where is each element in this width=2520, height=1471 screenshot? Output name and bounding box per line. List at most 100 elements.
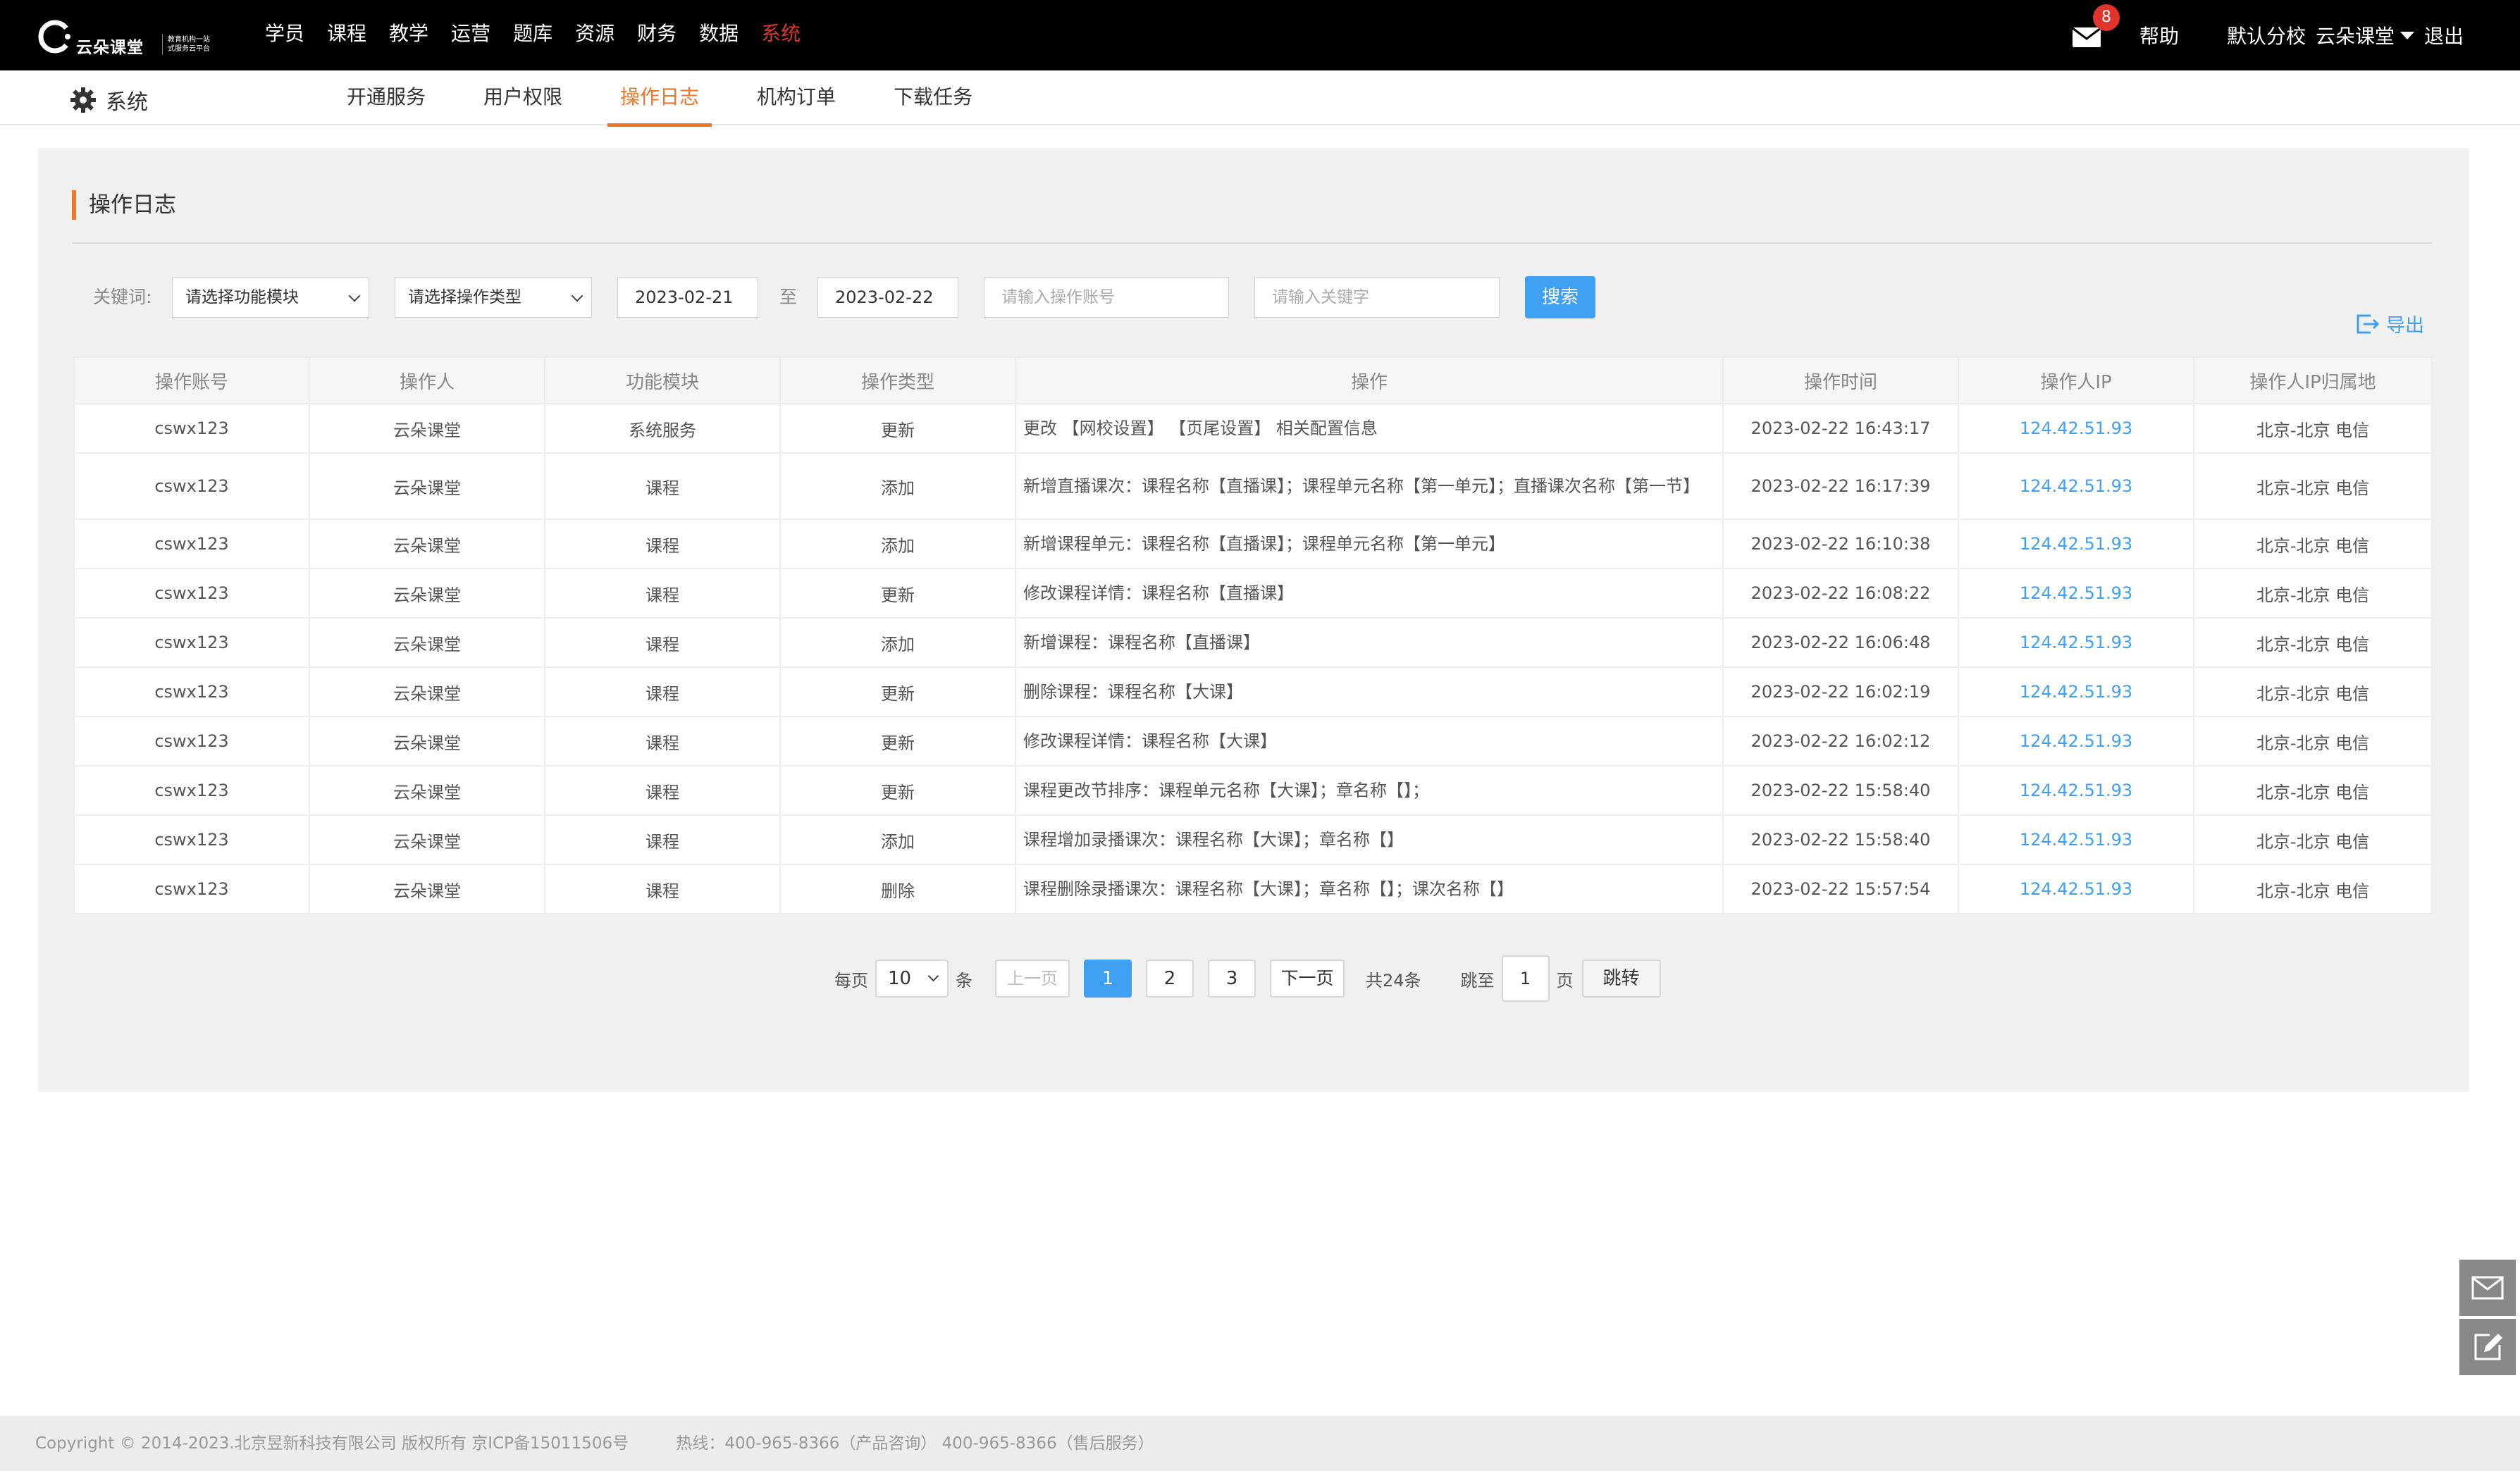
- footer-hotline: 热线：400-965-8366（产品咨询） 400-965-8366（售后服务）: [676, 1434, 1154, 1453]
- mail-button[interactable]: 8: [2072, 4, 2120, 49]
- keyword-input[interactable]: 请输入关键字: [1254, 277, 1500, 318]
- cell-operator: 云朵课堂: [309, 568, 545, 619]
- logo-subtitle-line1: 教育机构一站: [168, 36, 210, 44]
- table-row: cswx123 云朵课堂 课程 更新 修改课程详情：课程名称【直播课】 2023…: [73, 568, 2433, 619]
- tab-org-orders[interactable]: 机构订单: [744, 70, 848, 125]
- jump-button[interactable]: 跳转: [1581, 960, 1661, 998]
- cell-account: cswx123: [73, 568, 310, 619]
- caret-down-icon[interactable]: [2399, 31, 2414, 39]
- nav-item-courses[interactable]: 课程: [327, 0, 366, 70]
- cell-ip[interactable]: 124.42.51.93: [1958, 403, 2194, 454]
- cell-ip[interactable]: 124.42.51.93: [1958, 765, 2194, 816]
- page-1-button[interactable]: 1: [1084, 960, 1132, 998]
- cell-operator: 云朵课堂: [309, 403, 545, 454]
- account-input[interactable]: 请输入操作账号: [984, 277, 1229, 318]
- nav-item-finance[interactable]: 财务: [637, 0, 677, 70]
- cell-ip[interactable]: 124.42.51.93: [1958, 666, 2194, 717]
- table-row: cswx123 云朵课堂 课程 删除 课程删除录播课次：课程名称【大课】；章名称…: [73, 864, 2433, 914]
- date-to-input[interactable]: 2023-02-22: [817, 277, 958, 318]
- per-page-select[interactable]: 10: [875, 960, 949, 998]
- cell-ip[interactable]: 124.42.51.93: [1958, 452, 2194, 520]
- logout-link[interactable]: 退出: [2424, 21, 2464, 49]
- cell-time: 2023-02-22 16:08:22: [1722, 568, 1959, 619]
- cell-module: 课程: [544, 617, 781, 668]
- tab-open-services[interactable]: 开通服务: [334, 70, 438, 125]
- per-page-label: 每页: [834, 970, 868, 991]
- cell-ip-location: 北京-北京 电信: [2193, 716, 2433, 766]
- col-header-operator: 操作人: [309, 356, 545, 404]
- col-header-ip: 操作人IP: [1958, 356, 2194, 404]
- type-select[interactable]: 请选择操作类型: [395, 277, 592, 318]
- float-feedback-button[interactable]: [2459, 1319, 2516, 1375]
- nav-item-data[interactable]: 数据: [699, 0, 739, 70]
- cell-account: cswx123: [73, 452, 310, 520]
- jump-page-input[interactable]: 1: [1501, 955, 1550, 1002]
- cell-operator: 云朵课堂: [309, 864, 545, 914]
- pagination: 每页 10 条 上一页 1 2 3 下一页 共24条 跳至 1 页 跳转: [834, 955, 1661, 1002]
- cell-module: 课程: [544, 765, 781, 816]
- table-row: cswx123 云朵课堂 课程 添加 新增课程：课程名称【直播课】 2023-0…: [73, 617, 2433, 668]
- prev-page-button[interactable]: 上一页: [995, 960, 1070, 998]
- nav-item-question-bank[interactable]: 题库: [513, 0, 552, 70]
- help-link[interactable]: 帮助: [2139, 21, 2179, 49]
- tab-user-permissions[interactable]: 用户权限: [471, 70, 575, 125]
- search-button[interactable]: 搜索: [1525, 276, 1595, 318]
- cell-module: 系统服务: [544, 403, 781, 454]
- table-row: cswx123 云朵课堂 课程 添加 课程增加录播课次：课程名称【大课】；章名称…: [73, 814, 2433, 865]
- nav-item-system[interactable]: 系统: [761, 0, 801, 70]
- export-button[interactable]: 导出: [2355, 310, 2424, 337]
- logo[interactable]: 云朵课堂 教育机构一站 式服务云平台: [34, 10, 210, 61]
- cell-type: 更新: [779, 403, 1016, 454]
- panel-divider: [72, 242, 2433, 244]
- user-menu[interactable]: 云朵课堂: [2316, 21, 2395, 49]
- cell-ip[interactable]: 124.42.51.93: [1958, 814, 2194, 865]
- cell-account: cswx123: [73, 765, 310, 816]
- cell-ip-location: 北京-北京 电信: [2193, 568, 2433, 619]
- nav-item-students[interactable]: 学员: [265, 0, 304, 70]
- cell-ip[interactable]: 124.42.51.93: [1958, 716, 2194, 766]
- cell-ip-location: 北京-北京 电信: [2193, 403, 2433, 454]
- cell-ip[interactable]: 124.42.51.93: [1958, 864, 2194, 914]
- section-title: 系统: [69, 85, 148, 116]
- nav-item-teaching[interactable]: 教学: [389, 0, 428, 70]
- cell-account: cswx123: [73, 403, 310, 454]
- gear-icon: [70, 87, 96, 113]
- float-message-button[interactable]: [2459, 1260, 2516, 1316]
- table-row: cswx123 云朵课堂 课程 添加 新增直播课次：课程名称【直播课】；课程单元…: [73, 452, 2433, 520]
- table-header-row: 操作账号 操作人 功能模块 操作类型 操作 操作时间 操作人IP 操作人IP归属…: [73, 356, 2433, 404]
- page-2-button[interactable]: 2: [1146, 960, 1194, 998]
- type-select-value: 请选择操作类型: [408, 288, 521, 306]
- cell-operation: 删除课程：课程名称【大课】: [1015, 666, 1724, 717]
- cell-ip-location: 北京-北京 电信: [2193, 617, 2433, 668]
- cell-type: 添加: [779, 617, 1016, 668]
- cell-operator: 云朵课堂: [309, 666, 545, 717]
- module-select[interactable]: 请选择功能模块: [172, 277, 369, 318]
- mail-count-badge: 8: [2092, 4, 2120, 31]
- next-page-button[interactable]: 下一页: [1270, 960, 1345, 998]
- cell-ip[interactable]: 124.42.51.93: [1958, 617, 2194, 668]
- cell-time: 2023-02-22 15:58:40: [1722, 814, 1959, 865]
- cell-operator: 云朵课堂: [309, 765, 545, 816]
- date-from-input[interactable]: 2023-02-21: [617, 277, 758, 318]
- main-nav: 学员 课程 教学 运营 题库 资源 财务 数据 系统: [265, 0, 823, 70]
- cell-type: 添加: [779, 519, 1016, 569]
- tab-download-tasks[interactable]: 下载任务: [881, 70, 985, 125]
- col-header-module: 功能模块: [544, 356, 781, 404]
- nav-item-resources[interactable]: 资源: [575, 0, 614, 70]
- cell-ip-location: 北京-北京 电信: [2193, 814, 2433, 865]
- total-count: 共24条: [1366, 970, 1421, 991]
- cell-ip-location: 北京-北京 电信: [2193, 666, 2433, 717]
- keyword-label: 关键词:: [93, 287, 152, 307]
- cell-module: 课程: [544, 568, 781, 619]
- page-3-button[interactable]: 3: [1208, 960, 1256, 998]
- footer-copyright: Copyright © 2014-2023.北京昱新科技有限公司 版权所有 京I…: [35, 1434, 629, 1453]
- nav-item-operations[interactable]: 运营: [451, 0, 490, 70]
- logo-text: 云朵课堂: [76, 39, 144, 57]
- cell-ip[interactable]: 124.42.51.93: [1958, 519, 2194, 569]
- cell-module: 课程: [544, 519, 781, 569]
- footer: Copyright © 2014-2023.北京昱新科技有限公司 版权所有 京I…: [0, 1416, 2520, 1471]
- cell-ip[interactable]: 124.42.51.93: [1958, 568, 2194, 619]
- cell-type: 添加: [779, 452, 1016, 520]
- tab-operation-log[interactable]: 操作日志: [607, 70, 712, 127]
- table-row: cswx123 云朵课堂 课程 添加 新增课程单元：课程名称【直播课】；课程单元…: [73, 519, 2433, 569]
